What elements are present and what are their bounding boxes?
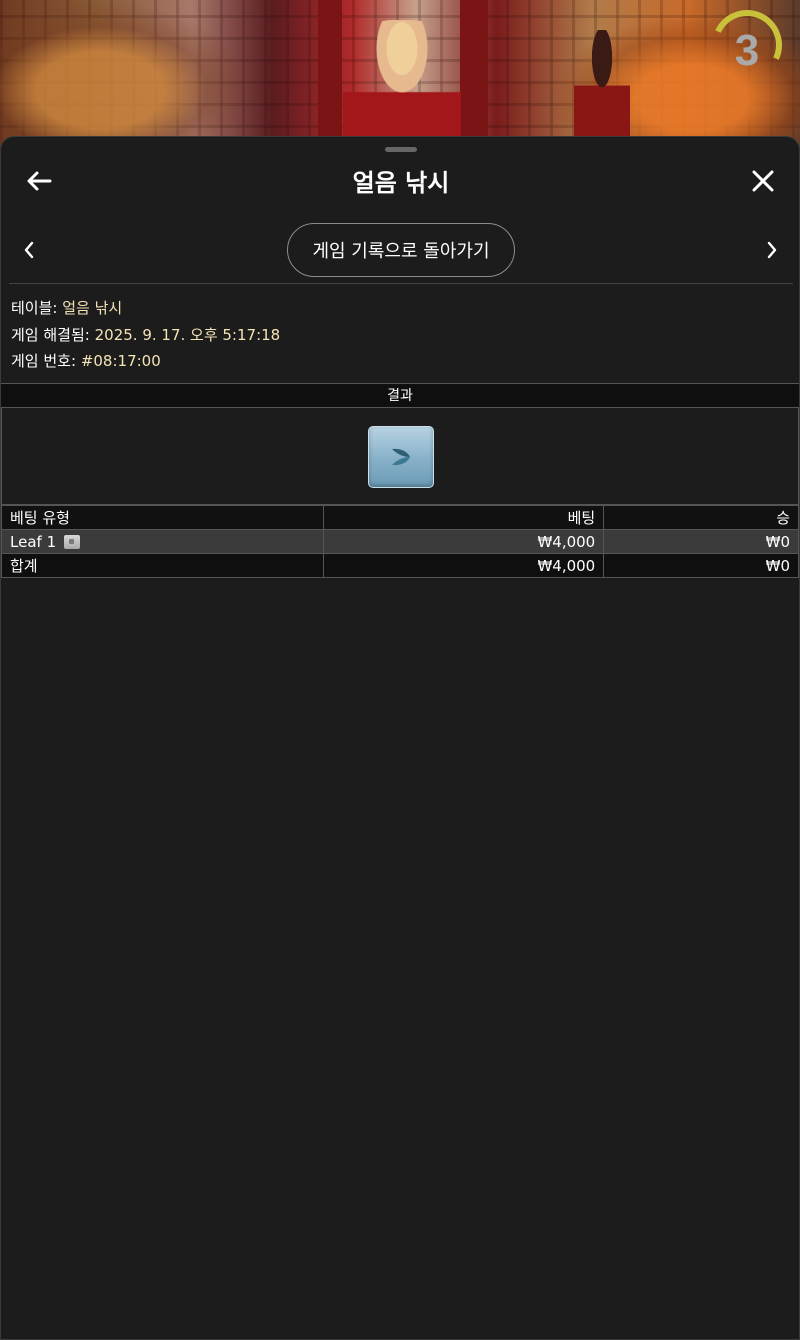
page-title: 얼음 낚시: [352, 169, 450, 197]
total-bet-cell: ₩4,000: [322, 553, 605, 578]
back-to-history-button[interactable]: 게임 기록으로 돌아가기: [287, 223, 515, 277]
red-pillar: [460, 0, 488, 150]
game-number-line: 게임 번호: #08:17:00: [11, 348, 280, 375]
countdown-timer: 3: [702, 0, 792, 90]
column-header-bet-type: 베팅 유형: [1, 505, 324, 530]
leaf-bet-icon: [64, 534, 81, 549]
table-row: Leaf 1 ₩4,000 ₩0: [1, 529, 799, 554]
resolved-info-line: 게임 해결됨: 2025. 9. 17. 오후 5:17:18: [11, 322, 280, 349]
previous-game-button[interactable]: [15, 236, 43, 264]
total-row: 합계 ₩4,000 ₩0: [1, 553, 799, 578]
total-win-cell: ₩0: [603, 553, 799, 578]
chevron-right-icon: [767, 241, 777, 259]
game-history-detail-panel: 얼음 낚시 게임 기록으로 돌아가기 테이블: 얼음 낚시 게임 해결됨: 20: [0, 136, 800, 1340]
table-value: 얼음 낚시: [62, 299, 123, 317]
sheet-drag-handle[interactable]: [385, 147, 417, 152]
result-tile: [368, 426, 434, 488]
game-number-value: #08:17:00: [80, 352, 161, 370]
bet-type-cell: Leaf 1: [1, 529, 324, 554]
table-info-line: 테이블: 얼음 낚시: [11, 295, 280, 322]
leaf-fish-tile-icon: [392, 448, 410, 466]
countdown-number: 3: [734, 26, 760, 75]
dealer-figure: [343, 20, 461, 150]
table-label: 테이블:: [11, 299, 58, 317]
background-dealer-figure: [574, 30, 630, 140]
dragon-statue-left: [0, 0, 250, 150]
arrow-left-icon: [27, 171, 52, 191]
close-icon: [752, 170, 774, 192]
table-header-row: 베팅 유형 베팅 승: [1, 505, 799, 530]
total-label: 합계: [1, 553, 324, 578]
bets-table: 베팅 유형 베팅 승 Leaf 1 ₩4,000 ₩0 합계 ₩4,000 ₩0: [1, 505, 799, 578]
result-area: [1, 408, 799, 505]
game-info: 테이블: 얼음 낚시 게임 해결됨: 2025. 9. 17. 오후 5:17:…: [11, 295, 280, 375]
bet-amount-cell: ₩4,000: [322, 529, 605, 554]
bet-type-label: Leaf 1: [10, 532, 57, 551]
close-button[interactable]: [747, 165, 779, 197]
win-amount-cell: ₩0: [603, 529, 799, 554]
history-navigation: 게임 기록으로 돌아가기: [1, 223, 800, 277]
result-heading: 결과: [1, 383, 799, 408]
live-video-feed: 3: [0, 0, 800, 150]
chevron-left-icon: [24, 241, 34, 259]
game-number-label: 게임 번호:: [11, 352, 77, 370]
column-header-bet: 베팅: [322, 505, 605, 530]
resolved-value: 2025. 9. 17. 오후 5:17:18: [94, 325, 281, 344]
red-pillar: [318, 0, 342, 150]
divider: [9, 283, 793, 284]
back-button[interactable]: [23, 165, 55, 197]
panel-header: 얼음 낚시: [1, 157, 800, 203]
next-game-button[interactable]: [758, 236, 786, 264]
resolved-label: 게임 해결됨:: [11, 325, 90, 344]
column-header-win: 승: [603, 505, 799, 530]
